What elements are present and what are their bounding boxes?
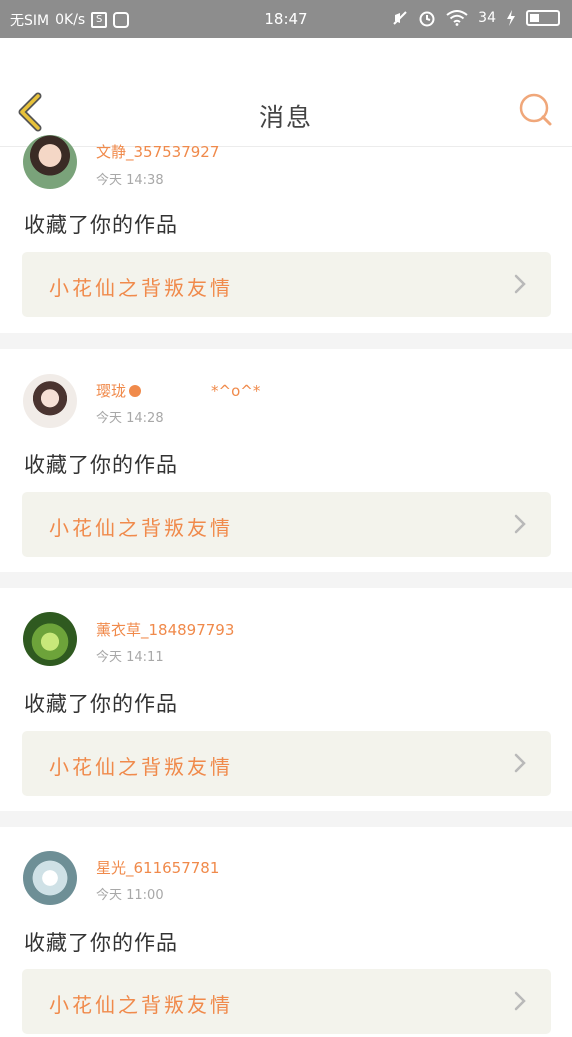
action-text: 收藏了你的作品 (24, 453, 178, 477)
chevron-right-icon (514, 753, 526, 773)
work-card[interactable]: 小花仙之背叛友情 (22, 969, 551, 1034)
mute-icon (393, 11, 407, 25)
action-text: 收藏了你的作品 (24, 692, 178, 716)
battery-icon (526, 10, 560, 26)
avatar[interactable] (23, 135, 77, 189)
work-card[interactable]: 小花仙之背叛友情 (22, 252, 551, 317)
search-button[interactable] (518, 92, 554, 128)
message-time: 今天 11:00 (96, 888, 164, 903)
work-card[interactable]: 小花仙之背叛友情 (22, 731, 551, 796)
work-card[interactable]: 小花仙之背叛友情 (22, 492, 551, 557)
list-item[interactable]: 文静_357537927 今天 14:38 收藏了你的作品 小花仙之背叛友情 (0, 135, 572, 333)
message-list: 文静_357537927 今天 14:38 收藏了你的作品 小花仙之背叛友情 璎… (0, 135, 572, 1037)
message-time: 今天 14:38 (96, 173, 164, 188)
work-title: 小花仙之背叛友情 (49, 993, 233, 1017)
user-name[interactable]: 薰衣草_184897793 (96, 619, 234, 640)
divider (0, 333, 572, 349)
avatar[interactable] (23, 374, 77, 428)
list-item[interactable]: 星光_611657781 今天 11:00 收藏了你的作品 小花仙之背叛友情 (0, 827, 572, 1037)
message-time: 今天 14:28 (96, 411, 164, 426)
list-item[interactable]: 璎珑 *^o^* 今天 14:28 收藏了你的作品 小花仙之背叛友情 (0, 349, 572, 572)
battery-percent: 34 (478, 10, 496, 26)
user-name[interactable]: 璎珑 *^o^* (96, 380, 260, 401)
work-title: 小花仙之背叛友情 (49, 516, 233, 540)
user-name[interactable]: 星光_611657781 (96, 857, 219, 878)
chevron-right-icon (514, 274, 526, 294)
action-text: 收藏了你的作品 (24, 213, 178, 237)
work-title: 小花仙之背叛友情 (49, 276, 233, 300)
user-name[interactable]: 文静_357537927 (96, 141, 219, 162)
chevron-right-icon (514, 991, 526, 1011)
message-time: 今天 14:11 (96, 650, 164, 665)
charging-icon (507, 10, 515, 26)
avatar[interactable] (23, 851, 77, 905)
flower-icon (129, 385, 142, 397)
avatar[interactable] (23, 612, 77, 666)
page-title: 消息 (258, 103, 313, 132)
divider (0, 811, 572, 827)
divider (0, 572, 572, 588)
wifi-icon (446, 10, 468, 26)
work-title: 小花仙之背叛友情 (49, 755, 233, 779)
alarm-icon (419, 11, 435, 27)
chevron-right-icon (514, 514, 526, 534)
list-item[interactable]: 薰衣草_184897793 今天 14:11 收藏了你的作品 小花仙之背叛友情 (0, 588, 572, 811)
app-header: 消息 (0, 38, 572, 147)
status-bar: 无SIM 0K/s S 18:47 34 (0, 0, 572, 38)
action-text: 收藏了你的作品 (24, 931, 178, 955)
